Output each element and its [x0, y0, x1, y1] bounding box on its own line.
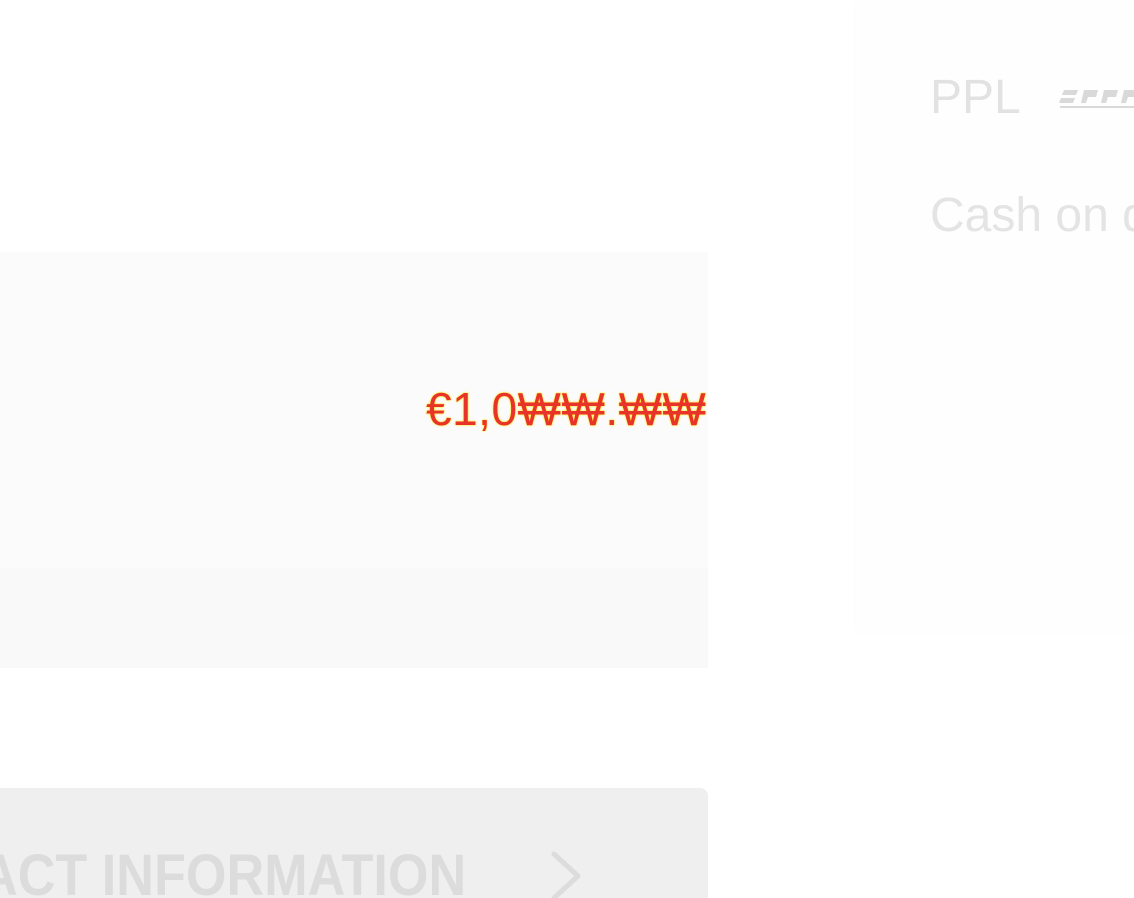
- order-summary-panel: €1,0₩₩.₩₩: [0, 252, 708, 668]
- checkout-page: €1,0₩₩.₩₩ ACT INFORMATION PPL Cash on d: [0, 0, 1134, 898]
- contact-information-label: ACT INFORMATION: [0, 843, 467, 898]
- payment-option-cash-on-delivery[interactable]: Cash on d: [930, 188, 1134, 243]
- order-total-amount: €1,0₩₩.₩₩: [426, 383, 707, 435]
- shipping-option-ppl-label[interactable]: PPL: [930, 70, 1021, 125]
- chevron-right-icon: [551, 851, 581, 898]
- summary-footer-band: [0, 568, 708, 668]
- ppl-logo-icon: [1059, 90, 1134, 108]
